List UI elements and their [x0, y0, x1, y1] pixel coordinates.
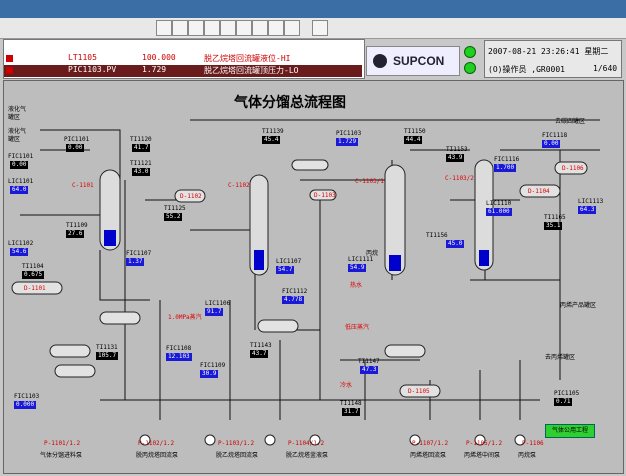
process-piping-diagram [11, 119, 600, 446]
label-steam-1: 1.0MPa蒸汽 [168, 314, 202, 321]
label-tank-d1105: D-1105 [408, 388, 430, 395]
label-tank-d1101: D-1101 [24, 285, 46, 292]
pump-name: 丙烯塔中间泵 [464, 452, 501, 459]
public-utility-button[interactable]: 气体公用工程 [545, 424, 595, 438]
pump-tag: P-1105/1.2 [466, 440, 503, 447]
value-lic1102[interactable]: 54.6 [10, 248, 29, 256]
pump-tag: P-1103/1.2 [218, 440, 255, 447]
label-tank-d1104: D-1104 [528, 188, 550, 195]
label-tank-d1102: D-1102 [180, 193, 202, 200]
value-ti1143[interactable]: 43.7 [250, 350, 269, 358]
value-pic1101[interactable]: 0.00 [66, 144, 85, 152]
label-cold-water: 冷水 [340, 382, 353, 389]
value-ti1131[interactable]: 105.7 [96, 352, 119, 360]
label-tower-c1103-1: C-1103/1 [355, 178, 384, 185]
value-ti1121[interactable]: 43.0 [132, 168, 151, 176]
label-hot-water: 热水 [350, 282, 363, 289]
label-tower-c1103-2: C-1103/2 [445, 175, 474, 182]
value-ti1139[interactable]: 45.4 [262, 136, 281, 144]
label-product: 丙烯产品罐区 [560, 302, 597, 309]
value-ti1148[interactable]: 31.7 [342, 408, 361, 416]
value-ti1125[interactable]: 55.2 [164, 213, 183, 221]
pump-tag: P-1101/1.2 [44, 440, 81, 447]
value-pic1103[interactable]: 1.729 [336, 138, 359, 146]
value-fic1107[interactable]: 1.37 [126, 258, 145, 266]
pump-icon[interactable] [204, 434, 216, 446]
value-lic1106[interactable]: 91.7 [205, 308, 224, 316]
value-fic1112[interactable]: 4.778 [282, 296, 305, 304]
pump-tag: P-1104/1.2 [288, 440, 325, 447]
value-fic1108[interactable]: 12.103 [166, 353, 192, 361]
value-ti1120[interactable]: 41.7 [132, 144, 151, 152]
value-fic1109[interactable]: 30.9 [200, 370, 219, 378]
pump-name: 丙烯塔回流泵 [410, 452, 447, 459]
pump-name: 脱丙烷塔回流泵 [136, 452, 179, 459]
pump-tag: P-1102/1.2 [138, 440, 175, 447]
pump-tag: P-1106 [522, 440, 544, 447]
value-ti1165[interactable]: 35.1 [544, 222, 563, 230]
pump-name: 脱乙烷塔釜液泵 [286, 452, 329, 459]
label-tank-d1106: D-1106 [562, 165, 584, 172]
value-ti1147[interactable]: 47.3 [360, 366, 379, 374]
value-ti1109[interactable]: 27.6 [66, 230, 85, 238]
label-tank-d1103: D-1103 [314, 192, 336, 199]
value-lic1111[interactable]: 54.9 [348, 264, 367, 272]
value-lic1101[interactable]: 64.0 [10, 186, 29, 194]
label-tower-c1102: C-1102 [228, 182, 250, 189]
label-exit-top: 去碳四罐区 [555, 118, 586, 125]
pump-name: 脱乙烷塔回流泵 [216, 452, 259, 459]
label-lpg-1b: 罐区 [8, 114, 21, 121]
value-lic1113[interactable]: 64.3 [578, 206, 597, 214]
value-pic1105[interactable]: 0.71 [554, 398, 573, 406]
pump-name: 气体分馏进料泵 [40, 452, 83, 459]
value-ti1150[interactable]: 44.4 [404, 136, 423, 144]
value-lic1107[interactable]: 54.7 [276, 266, 295, 274]
value-ti1156[interactable]: 45.0 [446, 240, 465, 248]
pump-icon[interactable] [264, 434, 276, 446]
label-tower-c1101: C-1101 [72, 182, 94, 189]
value-fic1101[interactable]: 0.00 [10, 161, 29, 169]
pump-name: 丙烷泵 [518, 452, 537, 459]
label-steam-2: 低压蒸汽 [345, 324, 370, 331]
page-title: 气体分馏总流程图 [234, 95, 346, 111]
value-fic1118[interactable]: 0.00 [542, 140, 561, 148]
label-exit-right: 去丙烯罐区 [545, 354, 576, 361]
value-fic1116[interactable]: 1.700 [494, 164, 517, 172]
value-lic1110[interactable]: 61.000 [486, 208, 512, 216]
value-fic1103[interactable]: 0.000 [14, 401, 37, 409]
value-ti1104[interactable]: 0.675 [22, 271, 45, 279]
label-lpg-2b: 罐区 [8, 136, 21, 143]
pump-tag: P-1107/1.2 [412, 440, 449, 447]
value-ti1153[interactable]: 43.9 [446, 154, 465, 162]
